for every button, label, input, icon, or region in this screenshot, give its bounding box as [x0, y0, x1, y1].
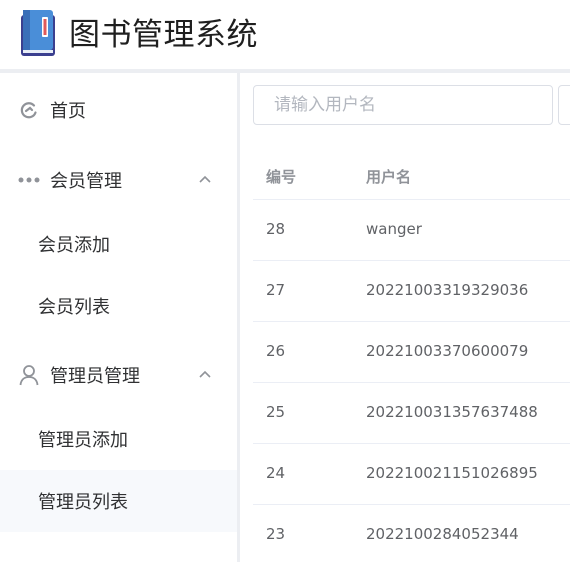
column-header-id: 编号 [266, 168, 297, 186]
cell-id: 28 [266, 220, 286, 238]
user-icon [18, 364, 40, 386]
sidebar-group-label: 会员管理 [50, 171, 122, 192]
table-row[interactable]: 24 202210021151026895 [253, 444, 570, 505]
more-dots-icon [18, 169, 40, 191]
sidebar-item-member-add[interactable]: 会员添加 [0, 213, 237, 275]
sidebar-item-label: 会员添加 [38, 235, 110, 256]
table-row[interactable]: 25 202210031357637488 [253, 383, 570, 444]
cell-id: 26 [266, 342, 286, 360]
table-row[interactable]: 28 wanger [253, 200, 570, 261]
sidebar-group-member[interactable]: 会员管理 [0, 149, 237, 211]
table-row[interactable]: 23 2022100284052344 [253, 505, 570, 562]
cell-id: 25 [266, 403, 286, 421]
sidebar-item-admin-list[interactable]: 管理员列表 [0, 470, 237, 532]
sidebar-item-label: 会员列表 [38, 297, 110, 318]
chevron-up-icon [199, 370, 211, 378]
cell-username: 20221003319329036 [366, 281, 529, 299]
cell-id: 27 [266, 281, 286, 299]
sidebar-item-label: 管理员列表 [38, 492, 128, 513]
table-row[interactable]: 26 20221003370600079 [253, 322, 570, 383]
sidebar-group-admin[interactable]: 管理员管理 [0, 344, 237, 406]
search-button[interactable] [558, 85, 570, 125]
cell-username: 202210021151026895 [366, 464, 538, 482]
search-input[interactable] [253, 85, 553, 125]
table-header: 编号 用户名 [253, 150, 570, 200]
cell-username: wanger [366, 220, 422, 238]
sidebar-divider [237, 73, 240, 562]
book-icon [21, 10, 55, 56]
sidebar-item-label: 管理员添加 [38, 430, 128, 451]
sidebar-item-admin-add[interactable]: 管理员添加 [0, 408, 237, 470]
cell-username: 20221003370600079 [366, 342, 529, 360]
table-row[interactable]: 27 20221003319329036 [253, 261, 570, 322]
cell-id: 23 [266, 525, 286, 543]
app-header: 图书管理系统 [0, 0, 570, 70]
sidebar-group-label: 管理员管理 [50, 366, 140, 387]
sidebar-item-home[interactable]: 首页 [0, 79, 237, 141]
column-header-username: 用户名 [366, 168, 412, 186]
cell-username: 202210031357637488 [366, 403, 538, 421]
home-icon [18, 99, 40, 121]
sidebar-item-label: 首页 [50, 101, 86, 122]
sidebar-item-member-list[interactable]: 会员列表 [0, 275, 237, 337]
cell-id: 24 [266, 464, 286, 482]
cell-username: 2022100284052344 [366, 525, 519, 543]
app-title: 图书管理系统 [69, 17, 258, 53]
chevron-up-icon [199, 175, 211, 183]
sidebar-menu: 首页 会员管理 会员添加 会员列表 管理员管理 管理员添加 管理员列表 [0, 73, 237, 562]
